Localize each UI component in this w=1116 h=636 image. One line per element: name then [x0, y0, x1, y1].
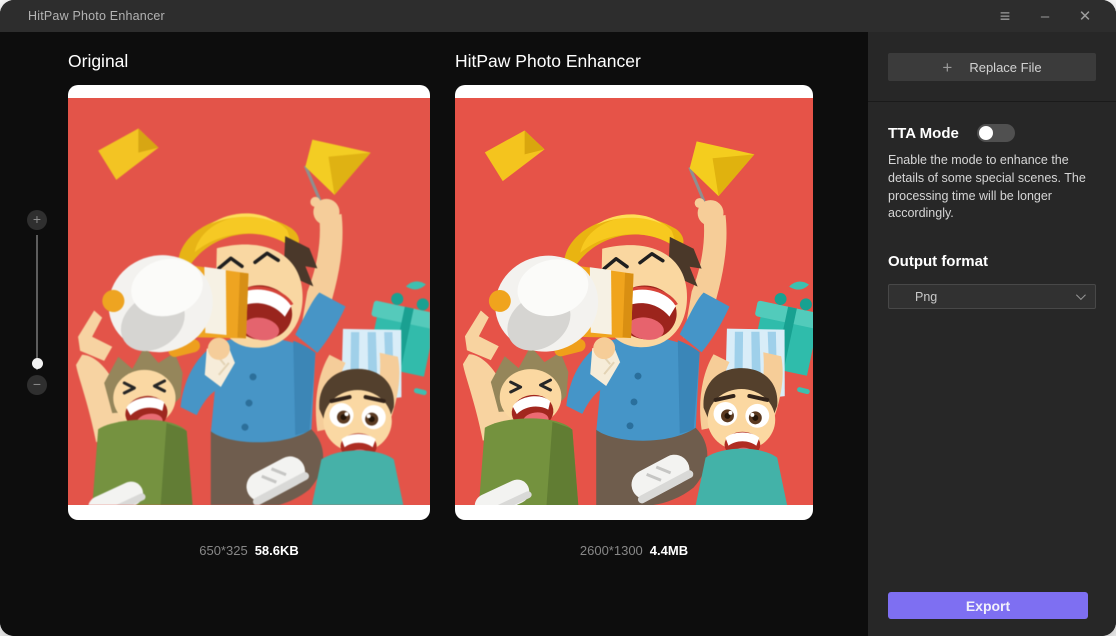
zoom-control: + −	[27, 210, 47, 395]
tta-mode-label: TTA Mode	[888, 125, 959, 142]
zoom-in-button[interactable]: +	[27, 210, 47, 230]
compare-view: + − Original 650*325 58.6KB	[0, 32, 868, 636]
output-format-label: Output format	[888, 253, 1096, 270]
tta-mode-description: Enable the mode to enhance the details o…	[888, 152, 1090, 223]
tta-mode-row: TTA Mode	[888, 124, 1096, 142]
title-bar: HitPaw Photo Enhancer ≡ – ✕	[0, 0, 1116, 32]
enhanced-filesize: 4.4MB	[650, 543, 688, 558]
replace-file-label: Replace File	[969, 60, 1041, 75]
original-image-stats: 650*325 58.6KB	[68, 540, 430, 560]
enhanced-dimensions: 2600*1300	[580, 543, 643, 558]
celebration-illustration	[68, 98, 430, 505]
window-controls: ≡ – ✕	[996, 0, 1094, 32]
original-image-card	[68, 85, 430, 520]
enhanced-panel-title: HitPaw Photo Enhancer	[455, 51, 641, 72]
app-window: HitPaw Photo Enhancer ≡ – ✕ + − Orig	[0, 0, 1116, 636]
enhanced-image-card	[455, 85, 813, 520]
output-format-value: Png	[915, 290, 937, 304]
export-button[interactable]: Export	[888, 592, 1088, 619]
output-format-select[interactable]: Png	[888, 284, 1096, 309]
original-panel-title: Original	[68, 51, 128, 72]
zoom-slider-knob[interactable]	[32, 358, 43, 369]
original-image	[68, 98, 430, 505]
minimize-icon[interactable]: –	[1036, 9, 1054, 24]
original-dimensions: 650*325	[199, 543, 247, 558]
divider	[868, 101, 1116, 102]
zoom-out-button[interactable]: −	[27, 375, 47, 395]
plus-icon: +	[942, 59, 952, 76]
screen: HitPaw Photo Enhancer ≡ – ✕ + − Orig	[0, 0, 1116, 636]
hamburger-menu-icon[interactable]: ≡	[996, 7, 1014, 25]
chevron-down-icon	[1076, 290, 1086, 300]
replace-file-button[interactable]: + Replace File	[888, 53, 1096, 81]
toggle-knob	[979, 126, 993, 140]
app-title: HitPaw Photo Enhancer	[28, 9, 165, 23]
celebration-illustration	[455, 98, 813, 505]
enhanced-image-stats: 2600*1300 4.4MB	[455, 540, 813, 560]
enhanced-image	[455, 98, 813, 505]
tta-mode-toggle[interactable]	[977, 124, 1015, 142]
zoom-slider[interactable]	[36, 235, 38, 370]
original-filesize: 58.6KB	[255, 543, 299, 558]
settings-sidebar: + Replace File TTA Mode Enable the mode …	[868, 32, 1116, 636]
close-icon[interactable]: ✕	[1076, 9, 1094, 24]
